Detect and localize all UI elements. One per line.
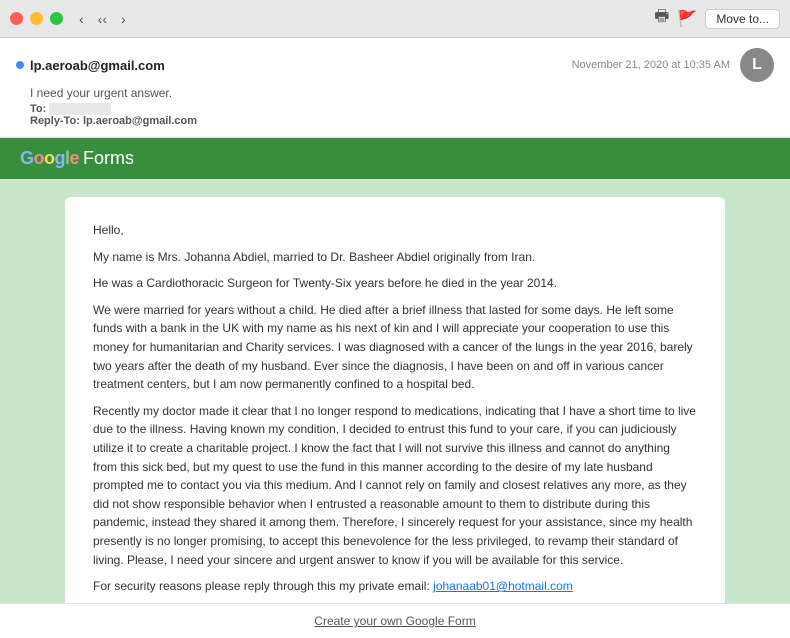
toolbar-right: 🖶 🚩 Move to... [654,5,780,32]
back-back-button[interactable]: ‹‹ [94,9,111,29]
greeting: Hello, [93,221,697,240]
window-controls [10,12,63,25]
paragraph2: He was a Cardiothoracic Surgeon for Twen… [93,274,697,293]
google-logo: Google [20,148,79,169]
gforms-header: Google Forms [0,138,790,179]
main-content: ✓ Hello, My name is Mrs. Johanna Abdiel,… [0,179,790,603]
from-left: lp.aeroab@gmail.com [16,58,165,73]
email-subject: I need your urgent answer. [30,86,774,100]
email-body-card: Hello, My name is Mrs. Johanna Abdiel, m… [65,197,725,603]
avatar: L [740,48,774,82]
close-button[interactable] [10,12,23,25]
sender-email: lp.aeroab@gmail.com [30,58,165,73]
to-value [49,103,111,115]
sender-dot [16,61,24,69]
flag-icon[interactable]: 🚩 [677,9,697,29]
paragraph3: We were married for years without a chil… [93,301,697,394]
minimize-button[interactable] [30,12,43,25]
print-icon[interactable]: 🖶 [654,5,669,32]
email-from-row: lp.aeroab@gmail.com November 21, 2020 at… [16,48,774,82]
footer: Create your own Google Form [0,603,790,638]
forms-text: Forms [83,148,134,169]
maximize-button[interactable] [50,12,63,25]
back-button[interactable]: ‹ [75,9,88,29]
email-date: November 21, 2020 at 10:35 AM [572,59,730,71]
email-link[interactable]: johanaab01@hotmail.com [433,579,573,593]
paragraph4: Recently my doctor made it clear that I … [93,402,697,569]
paragraph1: My name is Mrs. Johanna Abdiel, married … [93,248,697,267]
create-form-link[interactable]: Create your own Google Form [314,614,475,628]
title-bar: ‹ ‹‹ › 🖶 🚩 Move to... [0,0,790,38]
forward-button[interactable]: › [117,9,130,29]
move-to-button[interactable]: Move to... [705,9,780,29]
toolbar-icons: ‹ ‹‹ › [75,9,130,29]
email-header: lp.aeroab@gmail.com November 21, 2020 at… [0,38,790,138]
email-reply-to: Reply-To: lp.aeroab@gmail.com [30,115,774,127]
security-note: For security reasons please reply throug… [93,577,697,596]
reply-to-value: lp.aeroab@gmail.com [83,115,197,127]
email-body-text: Hello, My name is Mrs. Johanna Abdiel, m… [93,221,697,596]
email-to: To: [30,103,774,115]
